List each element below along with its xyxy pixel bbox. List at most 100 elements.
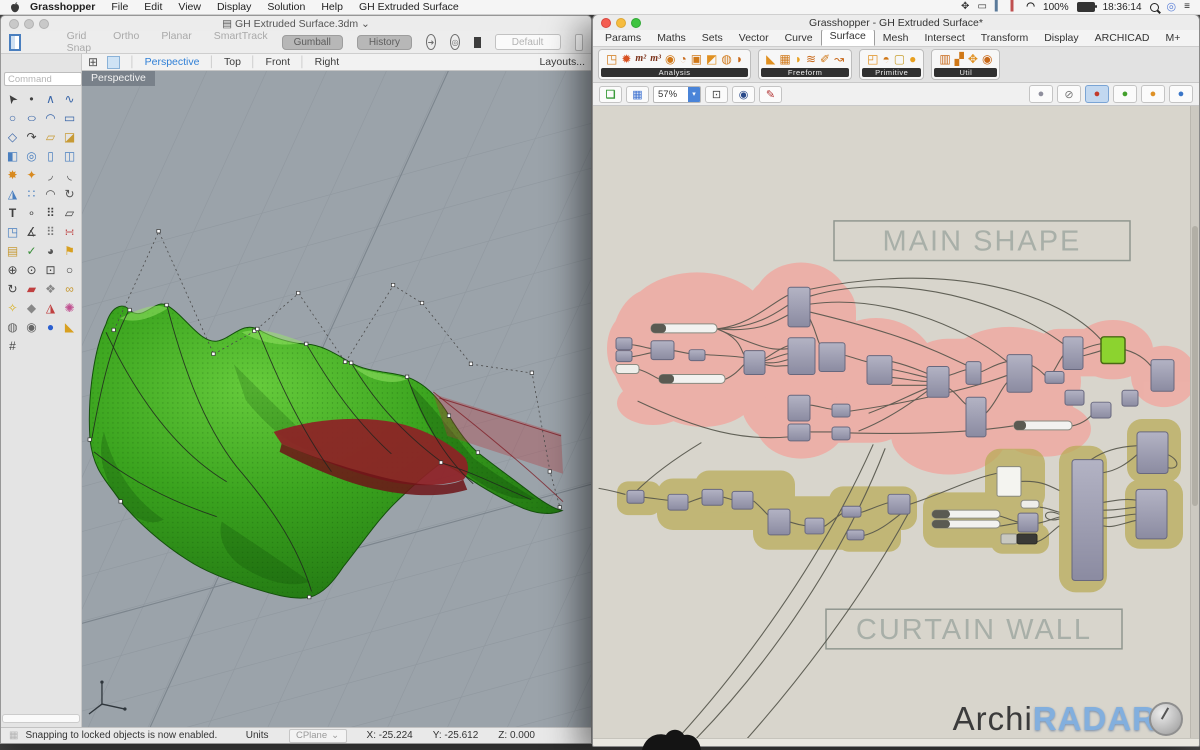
app-switch-icon[interactable]: ✥ [961, 2, 969, 12]
array-tool[interactable]: ⠿ [41, 204, 60, 222]
display-icon[interactable]: ▭ [977, 2, 986, 12]
menubar-clock[interactable]: 18:36:14 [1103, 2, 1142, 13]
osnap-toggle[interactable]: SmartTrack [214, 30, 268, 54]
meter-red-icon[interactable]: ▍ [1011, 2, 1019, 12]
difference-tool[interactable]: ✦ [22, 166, 41, 184]
color-wheel-tool[interactable]: ✺ [60, 299, 79, 317]
earth-tool[interactable]: ● [41, 318, 60, 336]
viewport-tab[interactable]: Front [266, 56, 291, 68]
scrollbar-thumb[interactable] [1192, 226, 1198, 506]
patch-tool[interactable]: ◪ [60, 128, 79, 146]
box-corners-icon[interactable]: ◳ [606, 53, 617, 65]
evaluate-surface-icon[interactable]: ◍ [721, 53, 731, 65]
globe-tool[interactable]: ◍ [3, 318, 22, 336]
perspective-viewport[interactable]: Perspective [82, 71, 591, 727]
chamfer-tool[interactable]: ◟ [60, 166, 79, 184]
chevron-down-icon[interactable]: ⌄ [361, 18, 370, 30]
loft-icon[interactable]: ◗ [795, 53, 802, 65]
notification-center-icon[interactable]: ≡ [1184, 2, 1190, 12]
grasshopper-menu-item[interactable]: Maths [649, 30, 694, 46]
blend-tool[interactable]: ◠ [41, 185, 60, 203]
menubar-item[interactable]: File [103, 1, 136, 13]
surface-tool[interactable]: ▱ [41, 128, 60, 146]
grasshopper-menu-item[interactable]: Vector [731, 30, 777, 46]
grasshopper-menu-item[interactable]: Sets [694, 30, 731, 46]
rhino-titlebar[interactable]: ▤ GH Extruded Surface.3dm ⌄ [1, 16, 591, 31]
cplane-tool[interactable]: # [3, 337, 22, 355]
apple-logo-icon[interactable] [10, 2, 20, 13]
osnap-toggle[interactable]: Grid Snap [67, 30, 92, 54]
zoom-window-tool[interactable]: ⊡ [41, 261, 60, 279]
revolve-tool[interactable]: ↻ [60, 185, 79, 203]
box3d-tool[interactable]: ◳ [3, 223, 22, 241]
render-balls-tool[interactable]: ∞ [60, 280, 79, 298]
cylinder-tool[interactable]: ▯ [41, 147, 60, 165]
command-input[interactable] [4, 72, 82, 86]
pyramid-tool[interactable]: ◮ [3, 185, 22, 203]
grasshopper-menu-item[interactable]: ARCHICAD [1087, 30, 1158, 46]
beads-tool[interactable]: ∺ [60, 223, 79, 241]
history-button[interactable]: History [357, 35, 412, 50]
lightbulb-tool[interactable]: ✧ [3, 299, 22, 317]
extrude-icon[interactable]: ✐ [820, 53, 830, 65]
sweep-icon[interactable]: ◣ [766, 53, 775, 65]
annotate-tool[interactable]: ∘ [22, 204, 41, 222]
cap-holes-icon[interactable]: ◉ [982, 53, 992, 65]
ellipse-tool[interactable]: ○ [22, 109, 41, 127]
layer-color-swatch[interactable] [474, 37, 480, 48]
grasshopper-titlebar[interactable]: Grasshopper - GH Extruded Surface* [593, 15, 1199, 30]
isotrim-icon[interactable]: ▞ [955, 53, 964, 65]
menubar-item[interactable]: Display [209, 1, 259, 13]
deconstruct-brep-icon[interactable]: ◔ [679, 53, 686, 65]
point-tool[interactable]: • [22, 90, 41, 108]
area-icon[interactable]: m² [635, 54, 646, 64]
cone-tool[interactable]: ◣ [60, 318, 79, 336]
util-panel-label[interactable]: Util [934, 68, 997, 77]
pipe-icon[interactable]: ↝ [834, 53, 844, 65]
lock-tool[interactable]: ◆ [22, 299, 41, 317]
grasshopper-menu-item[interactable]: Curve [777, 30, 821, 46]
zoom-tool[interactable]: ○ [60, 261, 79, 279]
menubar-item[interactable]: View [170, 1, 209, 13]
sphere-icon[interactable]: ◓ [882, 53, 889, 65]
cplane-dropdown[interactable]: CPlane⌄ [289, 729, 347, 743]
spotlight-icon[interactable] [1150, 3, 1159, 12]
freeform-tool[interactable]: ↷ [22, 128, 41, 146]
grasshopper-menu-item[interactable]: Transform [973, 30, 1036, 46]
point-in-brep-icon[interactable]: ◉ [665, 53, 675, 65]
four-viewports-icon[interactable]: ⊞ [88, 56, 98, 68]
brep-edges-icon[interactable]: ▣ [691, 53, 702, 65]
layer-dropdown[interactable]: Default [495, 34, 561, 50]
palette-scrollbar[interactable] [2, 714, 80, 723]
gumball-button[interactable]: Gumball [282, 35, 343, 50]
freeform-panel-label[interactable]: Freeform [761, 68, 849, 77]
menubar-item[interactable]: Edit [136, 1, 170, 13]
volume-icon[interactable]: m³ [650, 54, 661, 64]
explode-icon[interactable]: ✹ [621, 53, 631, 65]
wedge-icon[interactable]: ◗ [736, 53, 743, 65]
flip-icon[interactable]: ✥ [968, 53, 978, 65]
panel-collapse-button[interactable] [575, 34, 583, 51]
menubar-item[interactable]: GH Extruded Surface [351, 1, 467, 13]
panel-component[interactable] [997, 467, 1021, 497]
viewport-tab[interactable]: Top [224, 56, 241, 68]
check-tool[interactable]: ✓ [22, 242, 41, 260]
select-tool[interactable]: ➤ [3, 90, 22, 108]
meter-blue-icon[interactable]: ▍ [995, 2, 1003, 12]
viewport-tab[interactable]: Right [315, 56, 340, 68]
polygon-tool[interactable]: ◇ [3, 128, 22, 146]
zoom-dashed-tool[interactable]: ⊙ [22, 261, 41, 279]
zoom-extents-tool[interactable]: ⊕ [3, 261, 22, 279]
filter-icon[interactable]: ◎ [450, 34, 460, 50]
notes-tool[interactable]: ▤ [3, 242, 22, 260]
fillet-tool[interactable]: ◞ [41, 166, 60, 184]
grasshopper-menu-item[interactable]: Params [597, 30, 649, 46]
grasshopper-menu-item[interactable]: Intersect [916, 30, 972, 46]
viewport-title-tag[interactable]: Perspective [82, 71, 155, 86]
flag-tool[interactable]: ⚑ [60, 242, 79, 260]
main-shape-label[interactable]: MAIN SHAPE [834, 221, 1130, 261]
sphere-tool[interactable]: ◎ [22, 147, 41, 165]
polyline-tool[interactable]: ∧ [41, 90, 60, 108]
osnap-toggle[interactable]: Ortho [113, 30, 139, 54]
dimension-tool[interactable]: ∡ [22, 223, 41, 241]
